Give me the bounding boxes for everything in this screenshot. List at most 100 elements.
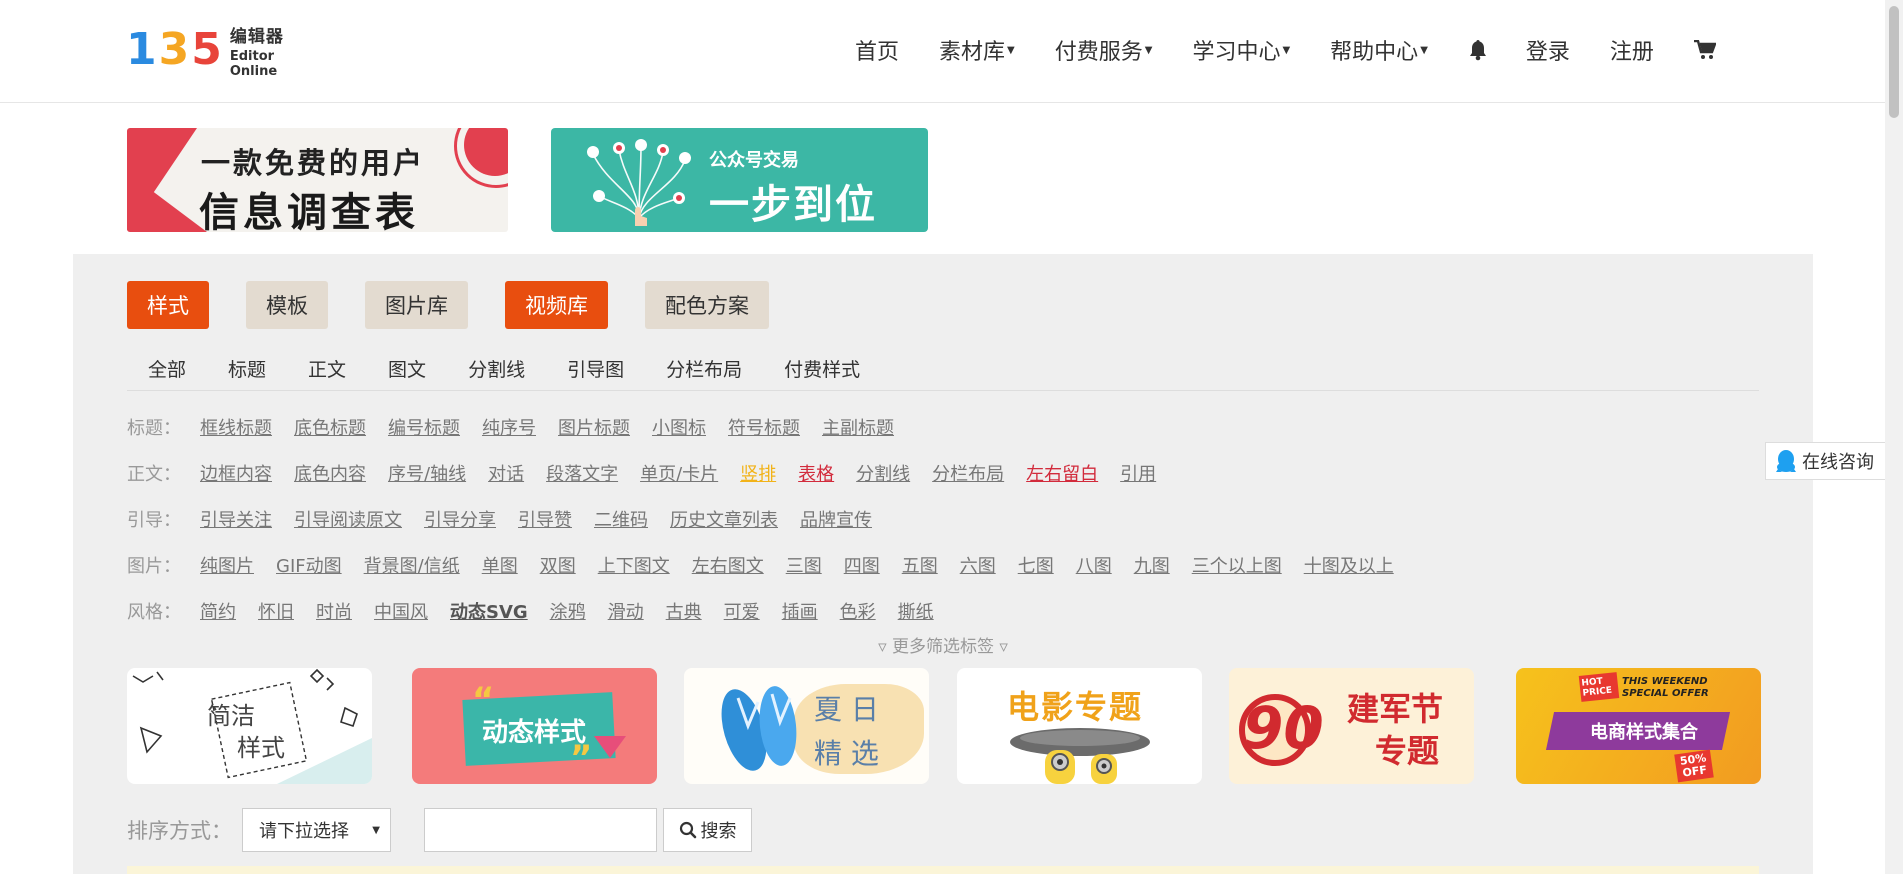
- cart-icon[interactable]: [1693, 40, 1716, 60]
- filter-link[interactable]: 双图: [540, 552, 576, 578]
- sort-select[interactable]: 请下拉选择 ▼: [242, 808, 391, 852]
- filter-link[interactable]: 撕纸: [898, 598, 934, 624]
- filter-link[interactable]: 历史文章列表: [670, 506, 778, 532]
- tab-color-schemes[interactable]: 配色方案: [645, 281, 769, 329]
- filter-link-margins[interactable]: 左右留白: [1026, 460, 1098, 486]
- filter-link[interactable]: 简约: [200, 598, 236, 624]
- filter-link[interactable]: 主副标题: [822, 414, 894, 440]
- filter-link[interactable]: 三个以上图: [1192, 552, 1282, 578]
- filter-link-table[interactable]: 表格: [798, 460, 834, 486]
- filter-link[interactable]: 九图: [1134, 552, 1170, 578]
- filter-link[interactable]: 纯图片: [200, 552, 254, 578]
- filter-link[interactable]: 引导分享: [424, 506, 496, 532]
- card-simple-style[interactable]: 简洁 样式: [127, 668, 372, 784]
- search-input[interactable]: [424, 808, 657, 852]
- filter-link[interactable]: 插画: [782, 598, 818, 624]
- more-filter-tags-link[interactable]: ▿ 更多筛选标签 ▿: [73, 632, 1813, 657]
- tab-templates[interactable]: 模板: [246, 281, 328, 329]
- filter-link[interactable]: 引导关注: [200, 506, 272, 532]
- filter-link[interactable]: 图片标题: [558, 414, 630, 440]
- filter-link[interactable]: 四图: [844, 552, 880, 578]
- subtab-columns[interactable]: 分栏布局: [645, 355, 763, 382]
- filter-link[interactable]: 时尚: [316, 598, 352, 624]
- filter-link[interactable]: 二维码: [594, 506, 648, 532]
- filter-link[interactable]: 单图: [482, 552, 518, 578]
- tab-styles[interactable]: 样式: [127, 281, 209, 329]
- subtab-body[interactable]: 正文: [287, 355, 367, 382]
- filter-link[interactable]: 背景图/信纸: [364, 552, 460, 578]
- filter-link[interactable]: 涂鸦: [550, 598, 586, 624]
- nav-register[interactable]: 注册: [1610, 34, 1654, 66]
- subtab-image-text[interactable]: 图文: [367, 355, 447, 382]
- filter-link[interactable]: 底色内容: [294, 460, 366, 486]
- filter-link[interactable]: 色彩: [840, 598, 876, 624]
- account-trade-banner[interactable]: 公众号交易 一步到位: [551, 128, 928, 232]
- search-button-label: 搜索: [700, 821, 737, 842]
- subtab-divider[interactable]: 分割线: [447, 355, 546, 382]
- filter-link[interactable]: 左右图文: [692, 552, 764, 578]
- card-movie-topic[interactable]: 电影专题: [957, 668, 1202, 784]
- subtab-all[interactable]: 全部: [127, 355, 207, 382]
- filter-link[interactable]: 底色标题: [294, 414, 366, 440]
- filter-link[interactable]: GIF动图: [276, 552, 342, 578]
- filter-link[interactable]: 对话: [488, 460, 524, 486]
- tab-image-library[interactable]: 图片库: [365, 281, 468, 329]
- discount-badge: 50% OFF: [1674, 749, 1714, 783]
- filter-link[interactable]: 滑动: [608, 598, 644, 624]
- subtab-title[interactable]: 标题: [207, 355, 287, 382]
- filter-link[interactable]: 引导赞: [518, 506, 572, 532]
- filter-link[interactable]: 序号/轴线: [388, 460, 466, 486]
- filter-link[interactable]: 八图: [1076, 552, 1112, 578]
- filter-link[interactable]: 段落文字: [546, 460, 618, 486]
- nav-learning-center[interactable]: 学习中心 ▼: [1192, 34, 1290, 66]
- filter-link-vertical[interactable]: 竖排: [740, 460, 776, 486]
- filter-link[interactable]: 分栏布局: [932, 460, 1004, 486]
- tab-video-library[interactable]: 视频库: [505, 281, 608, 329]
- nav-paid-services[interactable]: 付费服务 ▼: [1055, 34, 1153, 66]
- card-summer-picks[interactable]: 夏 日 精 选: [684, 668, 929, 784]
- caret-down-icon: ▼: [1420, 44, 1428, 56]
- nav-help-center[interactable]: 帮助中心 ▼: [1330, 34, 1428, 66]
- nav-materials-label: 素材库: [939, 40, 1006, 65]
- filter-link[interactable]: 框线标题: [200, 414, 272, 440]
- nav-home[interactable]: 首页: [855, 34, 899, 66]
- scrollbar-thumb[interactable]: [1889, 6, 1899, 118]
- filter-link-dynamic-svg[interactable]: 动态SVG: [450, 598, 528, 624]
- search-button[interactable]: 搜索: [663, 808, 752, 852]
- filter-link[interactable]: 边框内容: [200, 460, 272, 486]
- nav-materials[interactable]: 素材库 ▼: [939, 34, 1015, 66]
- survey-banner[interactable]: 一款免费的用户 信息调查表: [127, 128, 508, 232]
- filter-link[interactable]: 引导阅读原文: [294, 506, 402, 532]
- filter-link[interactable]: 品牌宣传: [800, 506, 872, 532]
- filter-link[interactable]: 编号标题: [388, 414, 460, 440]
- filter-link[interactable]: 引用: [1120, 460, 1156, 486]
- flip-flops-icon: [721, 686, 797, 771]
- filter-link[interactable]: 可爱: [724, 598, 760, 624]
- filter-link[interactable]: 单页/卡片: [640, 460, 718, 486]
- bell-icon[interactable]: [1468, 39, 1488, 61]
- filter-link[interactable]: 六图: [960, 552, 996, 578]
- filter-link[interactable]: 怀旧: [258, 598, 294, 624]
- logo-digit: 5: [191, 24, 222, 75]
- filter-link[interactable]: 小图标: [652, 414, 706, 440]
- card-ecommerce-styles[interactable]: HOT PRICE THIS WEEKEND SPECIAL OFFER 电商样…: [1516, 668, 1761, 784]
- filter-link[interactable]: 七图: [1018, 552, 1054, 578]
- page-scrollbar[interactable]: [1885, 0, 1903, 874]
- site-logo[interactable]: 1 3 5 编辑器 Editor Online: [126, 24, 296, 79]
- filter-link[interactable]: 分割线: [856, 460, 910, 486]
- filter-link[interactable]: 符号标题: [728, 414, 800, 440]
- card-army-number: 90: [1243, 694, 1324, 762]
- nav-login[interactable]: 登录: [1526, 34, 1570, 66]
- subtab-guide-image[interactable]: 引导图: [546, 355, 645, 382]
- filter-link[interactable]: 古典: [666, 598, 702, 624]
- filter-link[interactable]: 上下图文: [598, 552, 670, 578]
- subtab-paid-styles[interactable]: 付费样式: [763, 355, 881, 382]
- filter-link[interactable]: 中国风: [374, 598, 428, 624]
- online-consult-button[interactable]: 在线咨询: [1765, 442, 1893, 480]
- filter-link[interactable]: 三图: [786, 552, 822, 578]
- filter-link[interactable]: 十图及以上: [1304, 552, 1394, 578]
- filter-link[interactable]: 纯序号: [482, 414, 536, 440]
- card-dynamic-style[interactable]: “ ” 动态样式: [412, 668, 657, 784]
- filter-link[interactable]: 五图: [902, 552, 938, 578]
- card-army-day-topic[interactable]: 90 建军节 专题: [1229, 668, 1474, 784]
